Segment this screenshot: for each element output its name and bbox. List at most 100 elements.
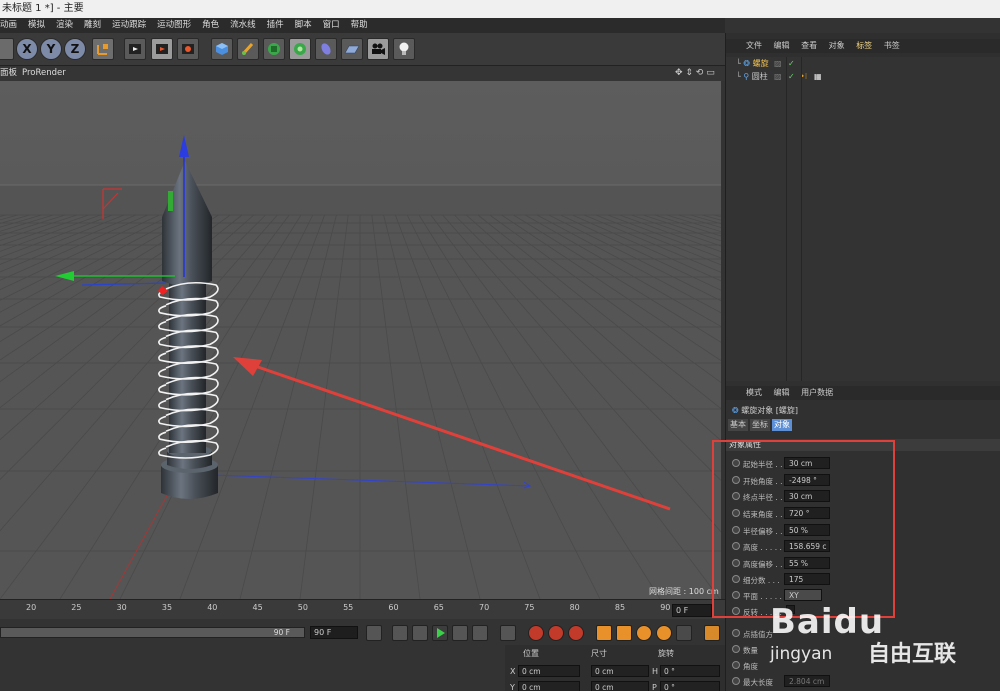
camera-icon[interactable] <box>367 38 389 60</box>
menu-motion-tracking[interactable]: 运动跟踪 <box>112 18 146 33</box>
goto-start-icon[interactable] <box>366 625 382 641</box>
max-length-field[interactable]: 2.804 cm <box>784 675 830 687</box>
enabled-check-icon[interactable]: ✓ <box>788 58 795 70</box>
goto-end-icon[interactable] <box>500 625 516 641</box>
size-x-field[interactable]: 0 cm <box>591 665 649 677</box>
material-manager[interactable] <box>0 645 505 691</box>
pen-spline-icon[interactable] <box>237 38 259 60</box>
key-parameter-icon[interactable] <box>656 625 672 641</box>
frame-range-slider[interactable]: 90 F <box>0 627 305 638</box>
visibility-toggle-icon[interactable]: ▨ <box>774 71 782 83</box>
timeline-tick-label: 85 <box>614 603 626 612</box>
menu-pipeline[interactable]: 流水线 <box>230 18 256 33</box>
om-tab-bookmarks[interactable]: 书签 <box>884 41 900 50</box>
timeline-ruler[interactable]: 20 25 30 35 40 45 50 55 60 65 70 75 80 85 90 0 F <box>0 599 725 619</box>
menu-render[interactable]: 渲染 <box>56 18 73 33</box>
y-axis-lock-button[interactable]: Y <box>40 38 62 60</box>
viewport-renderer-menu[interactable]: ProRender <box>22 66 66 81</box>
om-tab-tags[interactable]: 标签 <box>856 41 872 50</box>
menu-character[interactable]: 角色 <box>202 18 219 33</box>
3d-viewport[interactable]: 网格间距 : 100 cm <box>0 81 721 599</box>
keyframe-icon[interactable] <box>732 629 740 637</box>
deformer-icon[interactable] <box>315 38 337 60</box>
floor-plane <box>0 215 721 599</box>
attr-tab-mode[interactable]: 模式 <box>746 388 762 397</box>
attribute-tabs: 模式 编辑 用户数据 <box>726 386 1000 400</box>
menu-bar: 动画 模拟 渲染 雕刻 运动跟踪 运动图形 角色 流水线 插件 脚本 窗口 帮助 <box>0 18 725 33</box>
render-view-icon[interactable] <box>124 38 146 60</box>
cloner-icon[interactable] <box>289 38 311 60</box>
object-list[interactable]: └ ❂ 螺旋 ▨ ✓ └ ⚲ 圆柱 ▨ ✓ •⁝ ▦ <box>726 57 1000 397</box>
attr-tab-userdata[interactable]: 用户数据 <box>801 388 833 397</box>
key-rotation-icon[interactable] <box>636 625 652 641</box>
baidu-jingyan-watermark: Baidu jingyan 自由互联 <box>770 602 957 667</box>
rotation-h-field[interactable]: 0 ° <box>660 665 720 677</box>
enabled-check-icon[interactable]: ✓ <box>788 71 795 83</box>
auto-keyframe-icon[interactable] <box>548 625 564 641</box>
object-row-helix[interactable]: └ ❂ 螺旋 ▨ ✓ <box>736 58 795 70</box>
keyframe-icon[interactable] <box>732 661 740 669</box>
visibility-toggle-icon[interactable]: ▨ <box>774 58 782 70</box>
playback-bar: 90 F 90 F <box>0 619 725 645</box>
om-tab-edit[interactable]: 编辑 <box>774 41 790 50</box>
attr-subtab-basic[interactable]: 基本 <box>728 419 748 431</box>
timeline-tick-label: 30 <box>116 603 127 612</box>
cylinder-icon: ⚲ <box>743 72 750 81</box>
om-tab-file[interactable]: 文件 <box>746 41 762 50</box>
om-tab-view[interactable]: 查看 <box>801 41 817 50</box>
current-frame-field[interactable]: 0 F <box>672 604 712 617</box>
keyframe-icon[interactable] <box>732 677 740 685</box>
rotation-p-field[interactable]: 0 ° <box>660 681 720 691</box>
attr-subtab-object[interactable]: 对象 <box>772 419 792 431</box>
keyframe-icon[interactable] <box>732 645 740 653</box>
menu-sculpt[interactable]: 雕刻 <box>84 18 101 33</box>
viewport-panel-menu[interactable]: 面板 <box>0 66 17 81</box>
rotate-tool-icon[interactable] <box>0 38 14 60</box>
end-frame-field[interactable]: 90 F <box>310 626 358 639</box>
key-scale-icon[interactable] <box>616 625 632 641</box>
keyframe-selection-icon[interactable] <box>568 625 584 641</box>
viewport-header: 面板 ProRender ✥ ⇕ ⟲ ▭ <box>0 66 725 81</box>
prev-frame-icon[interactable] <box>412 625 428 641</box>
next-frame-icon[interactable] <box>452 625 468 641</box>
timeline-tick-label: 80 <box>569 603 580 612</box>
coordinate-system-icon[interactable] <box>92 38 114 60</box>
key-position-icon[interactable] <box>596 625 612 641</box>
timeline-tick-label: 50 <box>297 603 308 612</box>
render-settings-icon[interactable] <box>177 38 199 60</box>
point-interpolation-label: 点插值方 <box>743 630 773 639</box>
menu-mograph[interactable]: 运动图形 <box>157 18 191 33</box>
size-y-field[interactable]: 0 cm <box>591 681 649 691</box>
grid-spacing-label: 网格间距 : 100 cm <box>649 587 719 596</box>
timeline-window-icon[interactable] <box>704 625 720 641</box>
cube-icon[interactable] <box>211 38 233 60</box>
menu-help[interactable]: 帮助 <box>351 18 368 33</box>
menu-plugins[interactable]: 插件 <box>267 18 284 33</box>
menu-script[interactable]: 脚本 <box>295 18 312 33</box>
record-keyframe-icon[interactable] <box>528 625 544 641</box>
object-row-cylinder[interactable]: └ ⚲ 圆柱 ▨ ✓ •⁝ ▦ <box>736 71 822 83</box>
x-axis-lock-button[interactable]: X <box>16 38 38 60</box>
next-keyframe-icon[interactable] <box>472 625 488 641</box>
attr-tab-edit[interactable]: 编辑 <box>774 388 790 397</box>
om-tab-objects[interactable]: 对象 <box>829 41 845 50</box>
menu-window[interactable]: 窗口 <box>323 18 340 33</box>
coordinate-manager: 位置 尺寸 旋转 X 0 cm 0 cm H 0 ° Y 0 cm 0 cm P… <box>505 645 725 691</box>
position-x-field[interactable]: 0 cm <box>518 665 580 677</box>
play-icon[interactable] <box>432 625 448 641</box>
menu-simulate[interactable]: 模拟 <box>28 18 45 33</box>
coord-header-rotation: 旋转 <box>658 649 674 658</box>
timeline-tick-label: 25 <box>71 603 82 612</box>
prev-keyframe-icon[interactable] <box>392 625 408 641</box>
position-y-field[interactable]: 0 cm <box>518 681 580 691</box>
key-pla-icon[interactable] <box>676 625 692 641</box>
attr-subtab-coord[interactable]: 坐标 <box>750 419 770 431</box>
menu-animate[interactable]: 动画 <box>0 18 17 33</box>
render-to-picture-viewer-icon[interactable] <box>151 38 173 60</box>
floor-icon[interactable] <box>341 38 363 60</box>
light-icon[interactable] <box>393 38 415 60</box>
material-tag-icon[interactable]: ▦ <box>814 71 822 83</box>
z-axis-lock-button[interactable]: Z <box>64 38 86 60</box>
viewport-nav-icons[interactable]: ✥ ⇕ ⟲ ▭ <box>675 66 715 81</box>
subdivision-surface-icon[interactable] <box>263 38 285 60</box>
